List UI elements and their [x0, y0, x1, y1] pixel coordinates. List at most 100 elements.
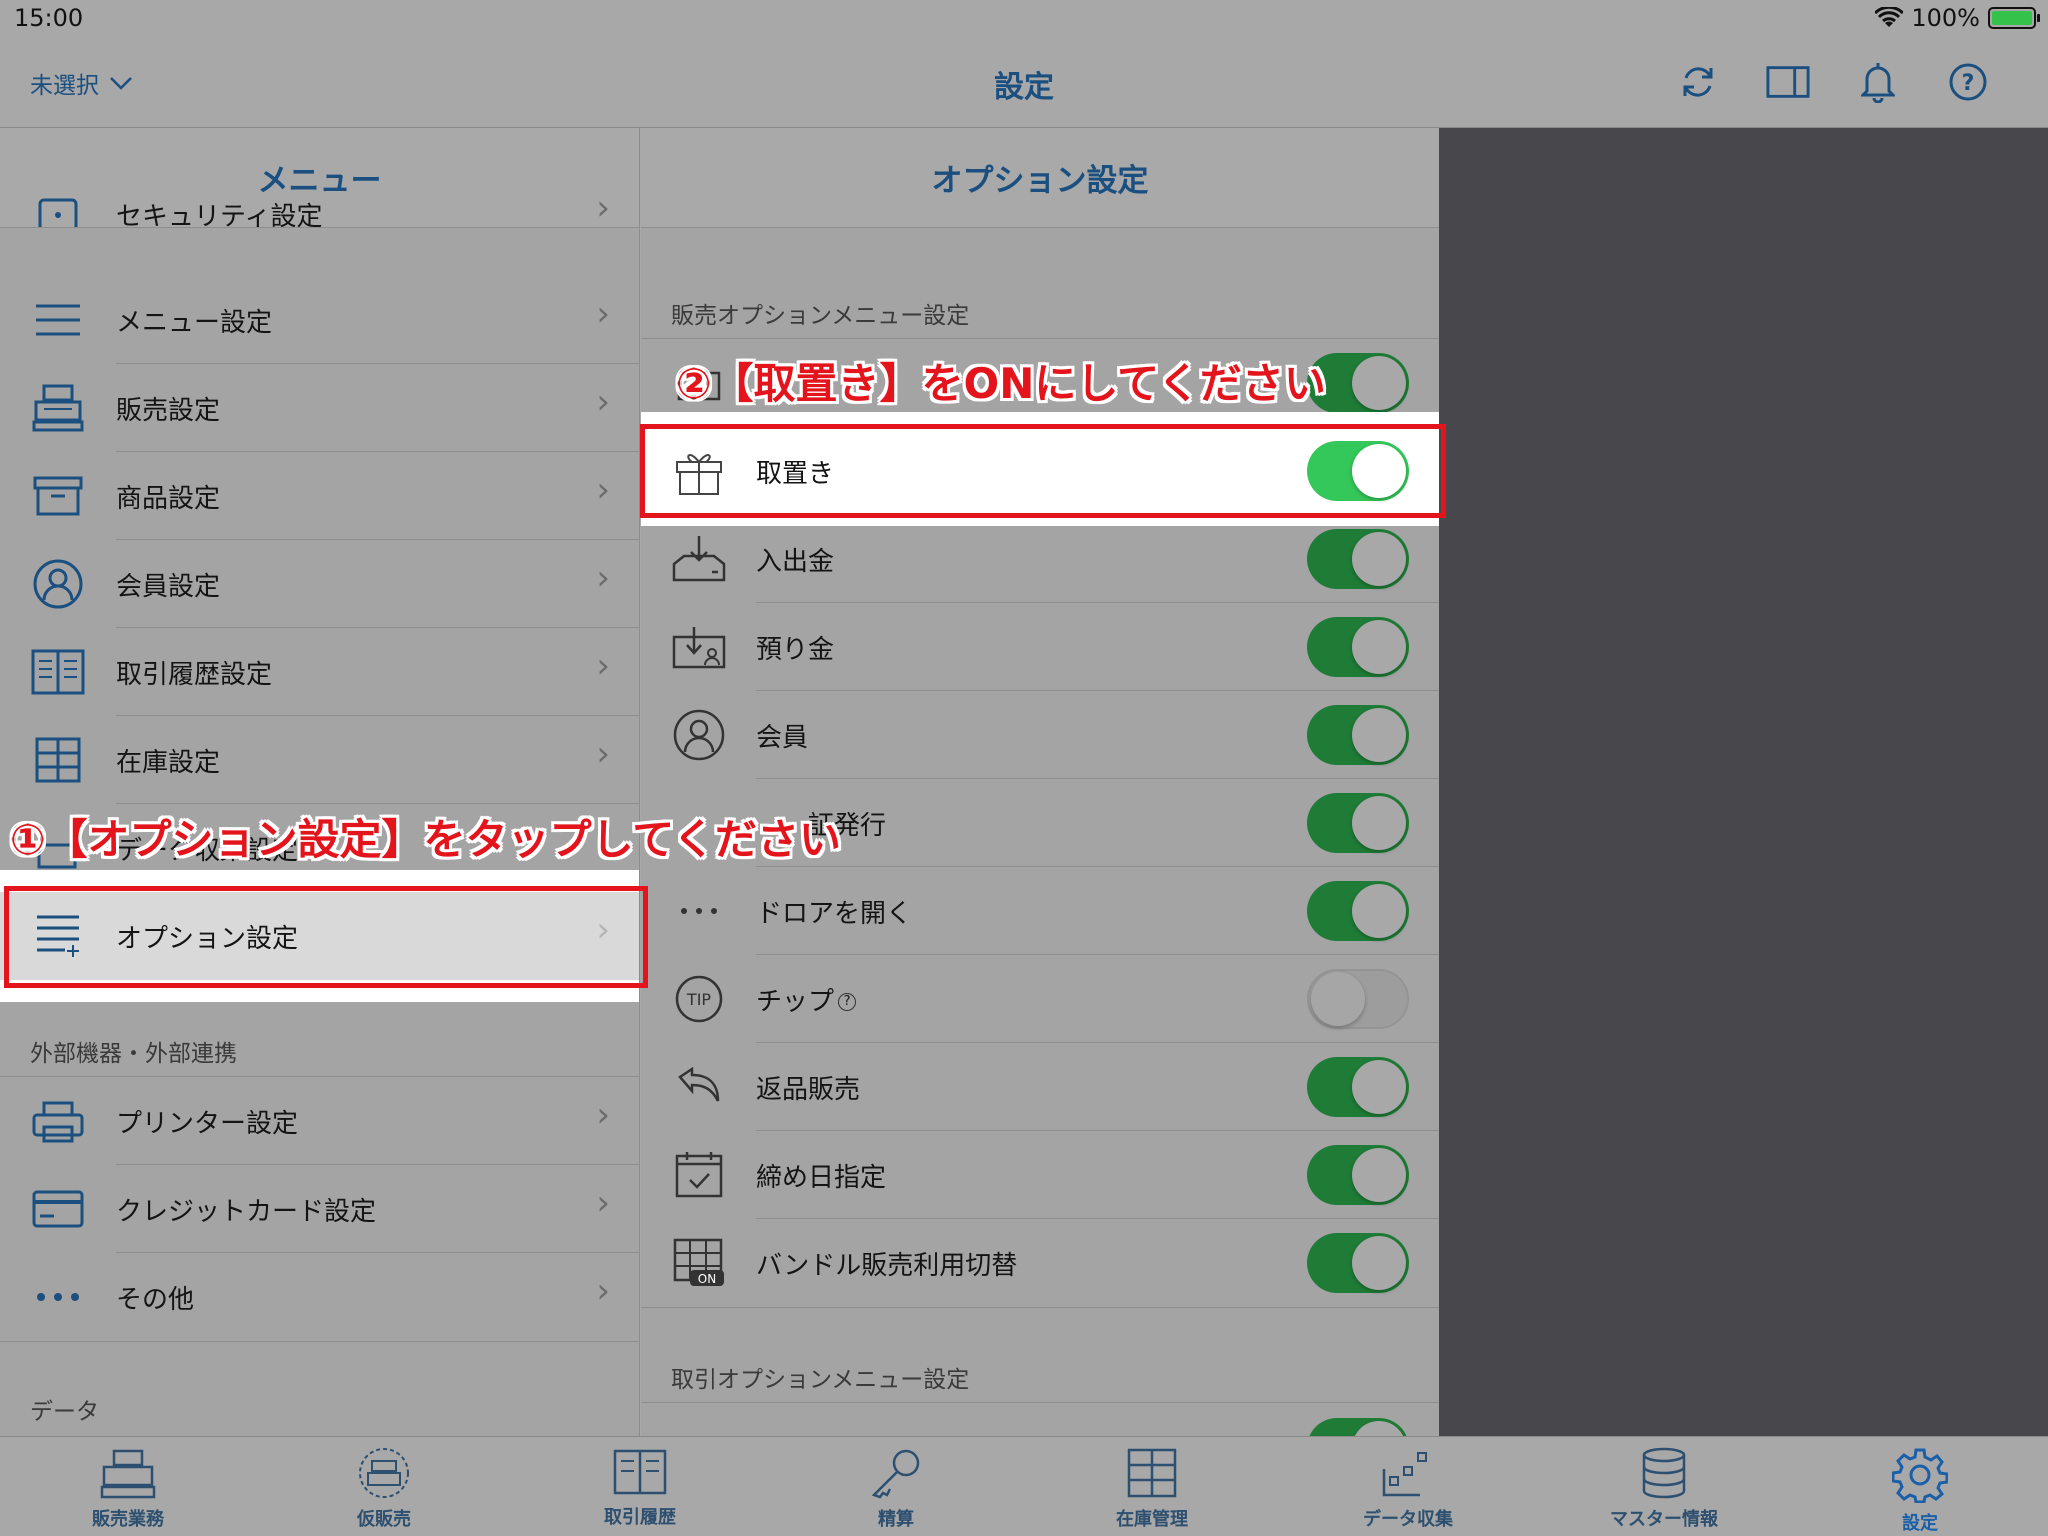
option-toggle[interactable] — [1307, 1418, 1409, 1436]
credit-card-icon — [32, 1190, 84, 1228]
tip-toggle[interactable] — [1307, 969, 1409, 1029]
help-icon: ? — [1949, 63, 1987, 101]
battery-percent: 100% — [1911, 4, 1980, 32]
option-toggle[interactable] — [1307, 705, 1409, 765]
menu-item-label: クレジットカード設定 — [116, 1196, 377, 1227]
chevron-right-icon: › — [596, 382, 610, 422]
tab-label: マスター情報 — [1610, 1509, 1718, 1530]
option-row-member: 会員 — [641, 691, 1439, 779]
chevron-right-icon: › — [596, 646, 610, 686]
option-label: 預り金 — [756, 634, 835, 665]
tab-settings[interactable]: 設定 — [1792, 1437, 2048, 1536]
tip-icon: TIP — [675, 975, 722, 1023]
option-toggle[interactable] — [1307, 529, 1409, 589]
detail-pane-empty — [1439, 128, 2048, 1436]
split-view-button[interactable] — [1766, 60, 1810, 104]
help-button[interactable]: ? — [1946, 60, 1990, 104]
gear-icon — [1892, 1448, 1948, 1503]
option-label: ドロアを開く — [756, 898, 913, 929]
status-right: 100% — [1875, 4, 2040, 32]
option-toggle[interactable] — [1307, 881, 1409, 941]
options-pane-title: オプション設定 — [641, 128, 1439, 228]
menu-item-printer[interactable]: プリンター設定 › — [0, 1077, 639, 1165]
option-label: 入出金 — [756, 546, 835, 577]
divider — [0, 227, 639, 228]
chevron-right-icon: › — [596, 470, 610, 510]
printer-icon — [32, 1101, 84, 1143]
section-data-title: データ — [30, 1399, 99, 1425]
box-icon — [33, 476, 83, 516]
status-bar: 15:00 100% — [0, 0, 2048, 38]
option-row-bundle: ON バンドル販売利用切替 — [641, 1219, 1439, 1307]
calendar-check-icon — [675, 1152, 722, 1198]
register-icon — [32, 384, 84, 432]
tab-bar: 販売業務 仮販売 取引履歴 精算 在庫管理 データ収集 マスター情報 設定 — [0, 1436, 2048, 1536]
tab-label: 設定 — [1902, 1513, 1938, 1534]
divider — [0, 1341, 639, 1342]
tray-in-icon — [672, 536, 725, 582]
menu-item-label: 取引履歴設定 — [116, 659, 273, 690]
option-row-cash-inout: 入出金 — [641, 515, 1439, 603]
menu-item-menu[interactable]: メニュー設定 › — [0, 276, 639, 364]
option-row-tip: TIP チップ? — [641, 955, 1439, 1043]
split-view-icon — [1766, 66, 1810, 98]
tab-label: 取引履歴 — [604, 1507, 676, 1528]
menu-icon — [36, 304, 80, 336]
option-toggle[interactable] — [1307, 617, 1409, 677]
sync-button[interactable] — [1676, 60, 1720, 104]
option-toggle[interactable] — [1307, 1057, 1409, 1117]
highlight-box-option-settings — [4, 886, 648, 988]
return-icon — [677, 1067, 719, 1102]
tab-label: 在庫管理 — [1116, 1509, 1188, 1530]
menu-item-sales[interactable]: 販売設定 › — [0, 364, 639, 452]
book-icon — [31, 649, 85, 695]
menu-item-product[interactable]: 商品設定 › — [0, 452, 639, 540]
menu-item-label: メニュー設定 — [116, 307, 273, 338]
option-row-deposit: 預り金 — [641, 603, 1439, 691]
nav-actions: ? — [1676, 60, 1990, 104]
chevron-right-icon: › — [596, 188, 610, 228]
section-trade-title: 取引オプションメニュー設定 — [671, 1367, 970, 1393]
menu-item-label: 商品設定 — [116, 483, 221, 514]
notification-button[interactable] — [1856, 60, 1900, 104]
tab-history[interactable]: 取引履歴 — [512, 1437, 768, 1536]
more-icon — [37, 1293, 79, 1301]
tab-label: データ収集 — [1363, 1509, 1453, 1530]
tab-stock[interactable]: 在庫管理 — [1024, 1437, 1280, 1536]
menu-item-member[interactable]: 会員設定 › — [0, 540, 639, 628]
option-toggle[interactable] — [1307, 1233, 1409, 1293]
tab-label: 販売業務 — [92, 1509, 164, 1530]
option-toggle[interactable] — [1307, 1145, 1409, 1205]
chevron-right-icon: › — [596, 558, 610, 598]
menu-item-credit-card[interactable]: クレジットカード設定 › — [0, 1165, 639, 1253]
chevron-right-icon: › — [596, 294, 610, 334]
menu-item-label: 会員設定 — [116, 571, 221, 602]
menu-pane: メニュー セキュリティ設定 › メニュー設定 › 販売設定 › 商品設定 › 会… — [0, 128, 640, 1436]
chevron-right-icon: › — [596, 734, 610, 774]
tab-label: 精算 — [878, 1509, 914, 1530]
tab-label: 仮販売 — [357, 1509, 411, 1530]
book-icon — [613, 1449, 667, 1495]
tab-sales[interactable]: 販売業務 — [0, 1437, 256, 1536]
menu-item-label: 販売設定 — [116, 395, 221, 426]
menu-item-label: 在庫設定 — [116, 747, 221, 778]
options-pane: オプション設定 販売オプションメニュー設定 取置き 入出金 預り金 会員 証発行 — [641, 128, 1439, 1436]
tab-master-info[interactable]: マスター情報 — [1536, 1437, 1792, 1536]
menu-item-other[interactable]: その他 › — [0, 1253, 639, 1341]
battery-icon — [1988, 7, 2040, 29]
option-toggle[interactable] — [1307, 793, 1409, 853]
section-external-title: 外部機器・外部連携 — [30, 1041, 237, 1067]
register-icon — [100, 1449, 156, 1499]
more-icon — [680, 908, 717, 914]
database-icon — [1642, 1447, 1686, 1499]
menu-item-history[interactable]: 取引履歴設定 › — [0, 628, 639, 716]
option-label: バンドル販売利用切替 — [756, 1250, 1018, 1281]
help-icon[interactable]: ? — [838, 993, 857, 1011]
tab-settlement[interactable]: 精算 — [768, 1437, 1024, 1536]
bundle-on-icon: ON — [673, 1238, 724, 1286]
tab-provisional-sale[interactable]: 仮販売 — [256, 1437, 512, 1536]
menu-item-stock[interactable]: 在庫設定 › — [0, 716, 639, 804]
svg-text:?: ? — [1962, 71, 1975, 96]
tab-data-collection[interactable]: データ収集 — [1280, 1437, 1536, 1536]
shelf-icon — [1127, 1448, 1177, 1498]
